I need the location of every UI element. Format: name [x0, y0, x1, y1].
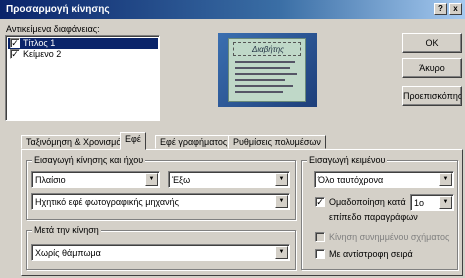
dialog-title: Προσαρμογή κίνησης [6, 4, 110, 15]
text-line [235, 79, 285, 81]
entry-group-label: Εισαγωγή κίνησης και ήχου [32, 155, 146, 165]
text-line [235, 67, 290, 69]
group-by-checkbox[interactable]: ✓ [315, 197, 325, 207]
list-item-label: Τίτλος 1 [23, 38, 56, 48]
chevron-down-icon[interactable]: ▼ [275, 246, 288, 259]
slide-title: Διαβήτης [252, 45, 285, 54]
direction-value: Έξω [172, 175, 191, 185]
text-line [235, 61, 295, 63]
checkbox[interactable]: ✓ [10, 38, 20, 48]
help-button[interactable]: ? [434, 3, 447, 15]
list-item-label: Κείμενο 2 [23, 49, 62, 59]
text-line [235, 73, 297, 75]
sound-select[interactable]: Ηχητικό εφέ φωτογραφικής μηχανής ▼ [31, 193, 290, 210]
text-mode-value: Όλο ταυτόχρονα [318, 175, 384, 185]
text-mode-select[interactable]: Όλο ταυτόχρονα ▼ [314, 171, 454, 188]
slide-preview: Διαβήτης [218, 33, 317, 107]
reverse-order-label: Με αντίστροφη σειρά [329, 249, 413, 259]
tab-chart-effects[interactable]: Εφέ γραφήματος [155, 135, 233, 149]
title-bar: Προσαρμογή κίνησης ? x [0, 0, 465, 19]
list-item[interactable]: ✓ Κείμενο 2 [8, 49, 158, 60]
tab-multimedia-settings[interactable]: Ρυθμίσεις πολυμέσων [228, 135, 326, 149]
effect-value: Πλαίσιο [35, 175, 66, 185]
checkbox[interactable]: ✓ [10, 49, 20, 59]
chevron-down-icon[interactable]: ▼ [275, 195, 288, 208]
text-line [235, 85, 293, 87]
chevron-down-icon[interactable]: ▼ [439, 196, 452, 209]
chevron-down-icon[interactable]: ▼ [439, 173, 452, 186]
chevron-down-icon[interactable]: ▼ [275, 173, 288, 186]
sound-value: Ηχητικό εφέ φωτογραφικής μηχανής [35, 197, 179, 207]
after-group-label: Μετά την κίνηση [32, 225, 101, 235]
entry-animation-group: Εισαγωγή κίνησης και ήχου [26, 155, 296, 220]
tab-effects[interactable]: Εφέ [120, 132, 146, 150]
ok-button[interactable]: OK [402, 33, 462, 53]
preview-button[interactable]: Προεπισκόπηση [402, 86, 462, 106]
close-button[interactable]: x [449, 3, 462, 15]
list-item[interactable]: ✓ Τίτλος 1 [8, 38, 158, 49]
selection-frame: Διαβήτης [233, 42, 301, 56]
objects-label: Αντικείμενα διαφάνειας: [6, 24, 100, 34]
paragraph-level-value: 1o [414, 198, 425, 208]
objects-list[interactable]: ✓ Τίτλος 1 ✓ Κείμενο 2 [5, 35, 160, 121]
group-by-label: Ομαδοποίηση κατά [329, 197, 406, 207]
tab-timing[interactable]: Ταξινόμηση & Χρονισμός [21, 135, 131, 149]
animate-attached-checkbox[interactable] [315, 232, 325, 242]
text-intro-group-label: Εισαγωγή κειμένου [307, 155, 388, 165]
cancel-button[interactable]: Άκυρο [402, 58, 462, 78]
after-animation-select[interactable]: Χωρίς θάμπωμα ▼ [31, 244, 290, 261]
chevron-down-icon[interactable]: ▼ [145, 173, 158, 186]
direction-select[interactable]: Έξω ▼ [168, 171, 290, 188]
after-animation-value: Χωρίς θάμπωμα [35, 248, 101, 258]
reverse-order-checkbox[interactable] [315, 249, 325, 259]
effect-select[interactable]: Πλαίσιο ▼ [31, 171, 160, 188]
paragraph-level-suffix: επίπεδο παραγράφων [329, 212, 418, 222]
animate-attached-label: Κίνηση συνημμένου σχήματος [329, 232, 450, 242]
slide-thumbnail: Διαβήτης [228, 38, 306, 102]
text-line [235, 91, 283, 93]
paragraph-level-select[interactable]: 1o ▼ [410, 194, 454, 211]
